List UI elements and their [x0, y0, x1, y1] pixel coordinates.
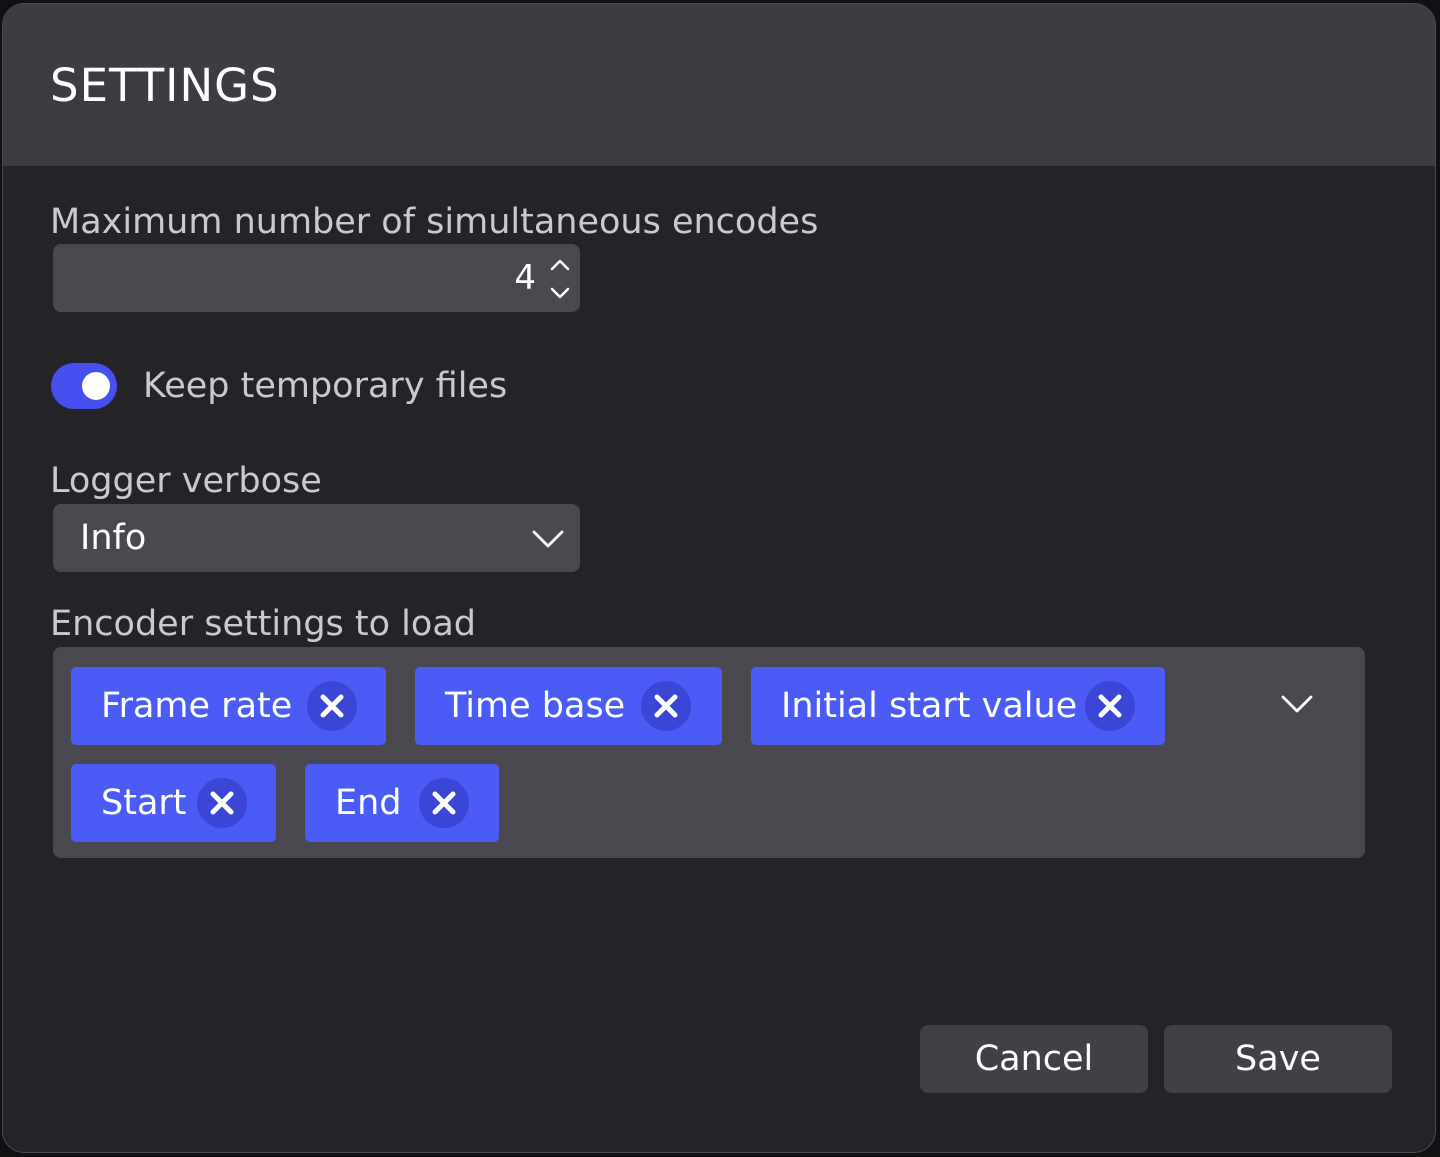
keep-temp-label: Keep temporary files: [143, 366, 508, 406]
cancel-button[interactable]: Cancel: [920, 1025, 1148, 1093]
close-icon: [654, 694, 678, 718]
logger-select[interactable]: Info: [53, 504, 580, 572]
chevron-up-icon: [550, 259, 570, 271]
close-icon: [432, 791, 456, 815]
close-icon: [210, 791, 234, 815]
chip-end: End: [305, 764, 499, 842]
logger-label: Logger verbose: [50, 461, 322, 501]
encoder-settings-multiselect[interactable]: Frame rate Time base Initial start value: [53, 647, 1365, 858]
chip-label: Frame rate: [101, 686, 293, 726]
chip-initial-start-value: Initial start value: [751, 667, 1165, 745]
encoder-settings-label: Encoder settings to load: [50, 604, 476, 644]
chip-frame-rate: Frame rate: [71, 667, 386, 745]
chip-label: End: [335, 783, 402, 823]
chip-label: Time base: [445, 686, 626, 726]
chip-label: Start: [101, 783, 187, 823]
chip-label: Initial start value: [781, 686, 1078, 726]
decrement-button[interactable]: [546, 280, 574, 306]
dialog-header: SETTINGS: [3, 4, 1435, 166]
remove-chip-button[interactable]: [1085, 681, 1135, 731]
close-icon: [1098, 694, 1122, 718]
logger-selected-value: Info: [80, 518, 147, 558]
chip-start: Start: [71, 764, 276, 842]
chevron-down-icon[interactable]: [1279, 687, 1315, 719]
chevron-down-icon: [532, 530, 564, 548]
close-icon: [320, 694, 344, 718]
remove-chip-button[interactable]: [307, 681, 357, 731]
toggle-knob: [82, 372, 110, 400]
dialog-title: SETTINGS: [50, 59, 280, 112]
remove-chip-button[interactable]: [641, 681, 691, 731]
max-encodes-value: 4: [514, 258, 536, 298]
max-encodes-label: Maximum number of simultaneous encodes: [50, 202, 819, 242]
max-encodes-spinner: [546, 250, 574, 306]
chip-time-base: Time base: [415, 667, 722, 745]
max-encodes-input[interactable]: 4: [53, 244, 580, 312]
keep-temp-toggle[interactable]: [51, 363, 117, 409]
settings-dialog: SETTINGS Maximum number of simultaneous …: [2, 3, 1436, 1153]
increment-button[interactable]: [546, 252, 574, 278]
save-button[interactable]: Save: [1164, 1025, 1392, 1093]
remove-chip-button[interactable]: [419, 778, 469, 828]
remove-chip-button[interactable]: [197, 778, 247, 828]
chevron-down-icon: [550, 287, 570, 299]
